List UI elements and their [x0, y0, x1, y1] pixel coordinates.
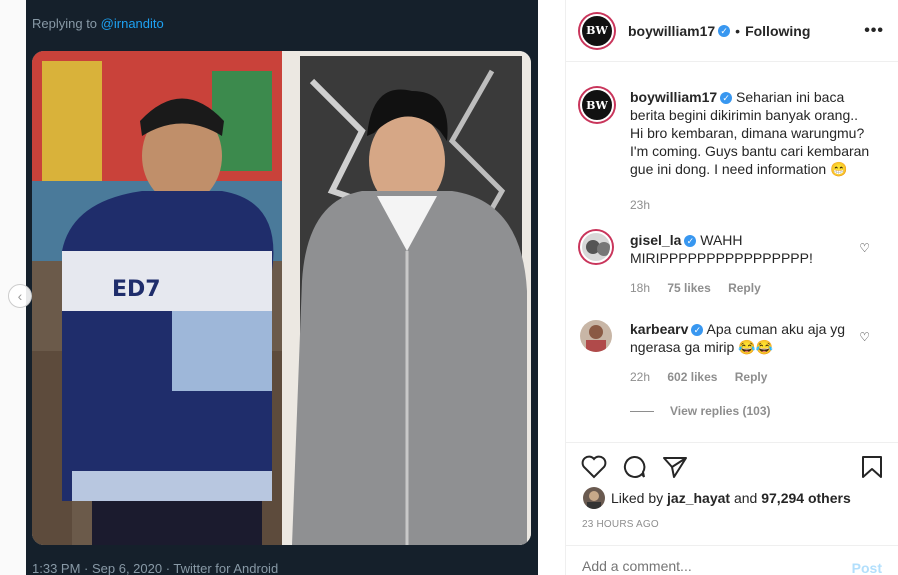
comment-item: gisel_la ✓ WAHH MIRIPPPPPPPPPPPPPPPP! 18h… [580, 231, 884, 297]
heart-icon[interactable] [581, 455, 607, 479]
caption-avatar[interactable]: BW [580, 88, 614, 122]
share-icon[interactable] [662, 455, 688, 479]
commenter-username[interactable]: gisel_la [630, 232, 681, 248]
view-replies-button[interactable]: View replies (103) [630, 402, 850, 420]
post-caption: BW boywilliam17 ✓ Seharian ini baca berit… [580, 88, 884, 214]
more-options-icon[interactable]: ••• [864, 22, 884, 40]
tweet-replying-line: Replying to @irnandito [32, 16, 164, 31]
commenter-avatar[interactable] [580, 320, 612, 352]
comment-reply-button[interactable]: Reply [735, 370, 768, 384]
post-header: BW boywilliam17 ✓ • Following ••• [566, 0, 898, 62]
comment-item: karbearv ✓ Apa cuman aku aja yg ngerasa g… [580, 320, 884, 420]
bookmark-icon[interactable] [861, 455, 883, 479]
action-bar [566, 442, 898, 492]
hoodie-print: ED7 [112, 277, 161, 302]
verified-badge-icon: ✓ [691, 324, 704, 337]
heart-outline-icon[interactable]: ♡ [859, 241, 870, 255]
liker-avatar[interactable] [583, 487, 605, 509]
caption-time: 23h [630, 198, 651, 212]
following-button[interactable]: Following [745, 23, 810, 39]
others-likes-link[interactable]: 97,294 others [761, 490, 851, 506]
comment-composer: Post [566, 545, 898, 575]
liked-by-row: Liked by jaz_hayat and 97,294 others [583, 487, 851, 509]
verified-badge-icon: ✓ [718, 24, 731, 37]
tweet-timestamp: 1:33 PM · Sep 6, 2020 · Twitter for Andr… [32, 561, 279, 575]
view-replies-line [630, 410, 654, 412]
comment-likes[interactable]: 602 likes [667, 370, 717, 384]
chevron-left-icon: ‹ [17, 288, 23, 304]
heart-outline-icon[interactable]: ♡ [859, 330, 870, 344]
post-comment-button[interactable]: Post [852, 560, 882, 575]
liker-username[interactable]: jaz_hayat [667, 490, 730, 506]
commenter-avatar[interactable] [580, 231, 612, 263]
comment-icon[interactable] [621, 455, 647, 479]
photo-illustration: ED7 [32, 51, 531, 545]
post-sidebar: BW boywilliam17 ✓ • Following ••• BW boy… [565, 0, 898, 575]
post-media: Replying to @irnandito ED7 1:33 PM · Sep… [26, 0, 538, 575]
verified-badge-icon: ✓ [720, 92, 733, 105]
author-username[interactable]: boywilliam17 [628, 23, 715, 39]
comment-likes[interactable]: 75 likes [667, 281, 710, 295]
add-comment-input[interactable] [582, 558, 822, 574]
comment-time: 18h [630, 281, 651, 295]
caption-username[interactable]: boywilliam17 [630, 89, 717, 105]
tweet-reply-handle: @irnandito [100, 16, 164, 31]
comment-time: 22h [630, 370, 651, 384]
author-avatar[interactable]: BW [580, 13, 614, 48]
verified-badge-icon: ✓ [684, 235, 697, 248]
post-timestamp: 23 HOURS AGO [582, 519, 659, 530]
tweet-photo: ED7 [32, 51, 531, 545]
previous-post-button[interactable]: ‹ [8, 284, 32, 308]
comment-reply-button[interactable]: Reply [728, 281, 761, 295]
commenter-username[interactable]: karbearv [630, 321, 688, 337]
